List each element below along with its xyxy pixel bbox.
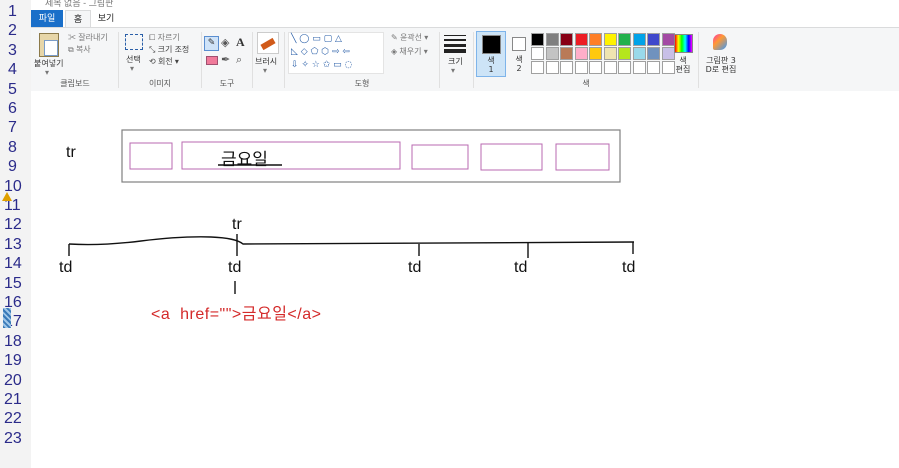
- td-label: td: [228, 259, 242, 276]
- warning-icon: [2, 192, 12, 201]
- line-number-gutter: 1 2 3 4 5 6 7 8 9 10 11 12 13 14 15 16 17 18 19 20 21 22 23: [0, 0, 32, 468]
- anchor-code-text: <a href="">금요일</a>: [151, 306, 322, 323]
- td-label: td: [514, 259, 528, 276]
- table-row-outline: [121, 129, 621, 183]
- line-number: 14: [4, 255, 22, 273]
- cell-box: [411, 144, 469, 170]
- line-number: 23: [4, 429, 22, 447]
- line-number: 4: [8, 61, 17, 79]
- friday-text: 금요일: [221, 150, 268, 169]
- td-label: td: [59, 259, 73, 276]
- cell-box: [480, 143, 543, 171]
- line-number: 22: [4, 410, 22, 428]
- line-number: 15: [4, 274, 22, 292]
- line-number: 8: [8, 138, 17, 156]
- cell-box: [555, 143, 610, 171]
- line-number: 7: [8, 119, 17, 137]
- line-number: 2: [8, 22, 17, 40]
- line-number: 9: [8, 158, 17, 176]
- tr-label-tree: tr: [232, 216, 242, 233]
- tr-label-left: tr: [66, 144, 76, 161]
- line-number: 3: [8, 41, 17, 59]
- td-label: td: [622, 259, 636, 276]
- cell-box: [181, 141, 401, 170]
- line-number: 18: [4, 332, 22, 350]
- line-number: 21: [4, 391, 22, 408]
- td-label: td: [408, 259, 422, 276]
- line-number: 13: [4, 235, 22, 253]
- line-number: 19: [4, 352, 22, 370]
- line-number: 12: [4, 216, 22, 234]
- tree-branch-line: [68, 236, 635, 246]
- bookmark-marker: [3, 308, 11, 328]
- paint-window: 제목 없음 - 그림판 파일 홈 보기 붙여넣기 ▾ ✂ 잘라내기 ⧉ 복사 클…: [31, 0, 899, 468]
- cell-box: [129, 142, 173, 170]
- line-number: 5: [8, 80, 17, 98]
- canvas-drawing: [68, 129, 635, 294]
- line-number: 20: [4, 371, 22, 389]
- line-number: 6: [8, 100, 17, 117]
- line-number: 1: [8, 3, 17, 20]
